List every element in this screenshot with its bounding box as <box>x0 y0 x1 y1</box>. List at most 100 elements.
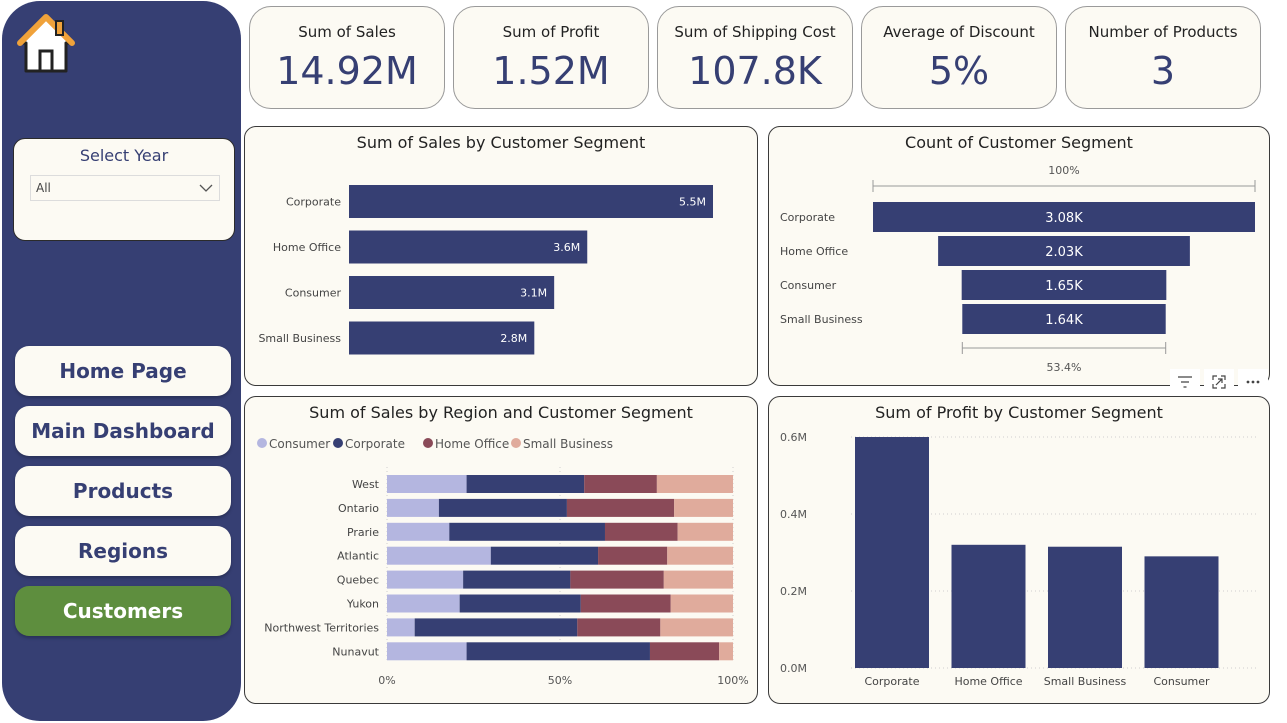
kpi-card-shipping-cost: Sum of Shipping Cost 107.8K <box>657 6 853 109</box>
data-label: 2.03K <box>1045 245 1083 260</box>
kpi-card-discount: Average of Discount 5% <box>861 6 1057 109</box>
kpi-value: 3 <box>1150 49 1176 93</box>
category-label: Consumer <box>1153 675 1210 688</box>
more-options-icon[interactable] <box>1238 369 1268 395</box>
stacked-bar-segment <box>670 594 733 613</box>
stacked-bar-segment <box>387 618 415 637</box>
home-icon[interactable] <box>16 13 76 75</box>
legend-marker <box>511 438 521 448</box>
y-tick-label: 0.4M <box>780 508 807 521</box>
stacked-bar-segment <box>674 498 733 517</box>
category-label: Small Business <box>1044 675 1127 688</box>
kpi-card-sales: Sum of Sales 14.92M <box>249 6 445 109</box>
stacked-bar-segment <box>490 546 599 565</box>
legend-marker <box>333 438 343 448</box>
sales-by-segment-card: Sum of Sales by Customer Segment Corpora… <box>244 126 758 386</box>
stacked-bar-segment <box>414 618 578 637</box>
category-label: Consumer <box>780 279 837 292</box>
stacked-bar-segment <box>660 618 733 637</box>
bar <box>1144 556 1219 668</box>
y-tick-label: 0.6M <box>780 431 807 444</box>
stacked-bar-segment <box>604 522 678 541</box>
nav-products-button[interactable]: Products <box>15 466 231 516</box>
category-label: Corporate <box>865 675 920 688</box>
x-tick-label: 100% <box>717 674 748 687</box>
bar <box>951 544 1026 668</box>
legend-label: Consumer <box>269 437 330 451</box>
stacked-bar-segment <box>649 642 720 661</box>
legend-marker <box>257 438 267 448</box>
kpi-card-profit: Sum of Profit 1.52M <box>453 6 649 109</box>
data-label: 3.08K <box>1045 211 1083 226</box>
sales-by-segment-chart[interactable]: Corporate 5.5M Home Office 3.6M Consumer 3.1M… <box>245 127 757 385</box>
bar <box>349 185 713 218</box>
stacked-bar-segment <box>438 498 567 517</box>
category-label: Small Business <box>780 313 863 326</box>
x-tick-label: 50% <box>548 674 572 687</box>
nav-main-dashboard-button[interactable]: Main Dashboard <box>15 406 231 456</box>
stacked-bar-segment <box>580 594 671 613</box>
year-filter-title: Select Year <box>79 146 169 165</box>
stacked-bar-segment <box>387 594 460 613</box>
stacked-bar-segment <box>463 570 571 589</box>
legend-label: Small Business <box>523 437 613 451</box>
legend-label: Home Office <box>435 437 509 451</box>
chevron-down-icon <box>199 184 213 192</box>
legend-label: Corporate <box>345 437 405 451</box>
visual-toolbar <box>1170 369 1268 395</box>
category-label: Quebec <box>337 574 379 587</box>
category-label: Yukon <box>346 598 379 611</box>
stacked-bar-segment <box>566 498 675 517</box>
stacked-bar-segment <box>570 570 664 589</box>
stacked-bar-segment <box>667 546 733 565</box>
category-label: Home Office <box>780 245 848 258</box>
stacked-bar-segment <box>387 546 491 565</box>
funnel-top-percent: 100% <box>1048 164 1079 177</box>
nav-home-page-button[interactable]: Home Page <box>15 346 231 396</box>
stacked-bar-segment <box>387 570 464 589</box>
filter-icon[interactable] <box>1170 369 1200 395</box>
customer-segment-funnel-chart[interactable]: 100% Corporate 3.08K Home Office 2.03K Consum… <box>769 127 1269 385</box>
category-label: Atlantic <box>337 550 379 563</box>
x-tick-label: 0% <box>378 674 395 687</box>
kpi-label: Sum of Sales <box>298 23 396 41</box>
stacked-bar-segment <box>387 642 467 661</box>
data-label: 1.65K <box>1045 279 1083 294</box>
stacked-bar-segment <box>387 522 450 541</box>
category-label: Home Office <box>273 241 341 254</box>
year-select-value: All <box>36 181 51 195</box>
kpi-value: 5% <box>928 49 990 93</box>
focus-mode-icon[interactable] <box>1204 369 1234 395</box>
nav-customers-button[interactable]: Customers <box>15 586 231 636</box>
category-label: Home Office <box>954 675 1022 688</box>
stacked-bar-segment <box>719 642 733 661</box>
data-label: 3.1M <box>520 287 547 300</box>
year-select[interactable]: All <box>30 175 220 201</box>
legend-marker <box>423 438 433 448</box>
nav-regions-button[interactable]: Regions <box>15 526 231 576</box>
stacked-bar-segment <box>466 475 585 493</box>
bar <box>349 230 588 264</box>
category-label: Small Business <box>258 332 341 345</box>
stacked-bar-segment <box>387 475 467 493</box>
stacked-bar-segment <box>577 618 661 637</box>
data-label: 1.64K <box>1045 313 1083 328</box>
kpi-value: 1.52M <box>492 49 610 93</box>
stacked-bar-segment <box>598 546 668 565</box>
profit-by-segment-chart[interactable]: 0.0M 0.2M 0.4M 0.6M Corporate Home Office Smal… <box>769 397 1269 703</box>
year-filter-card: Select Year All <box>13 138 235 241</box>
stacked-bar-segment <box>387 498 439 517</box>
bar <box>855 437 929 668</box>
kpi-label: Sum of Shipping Cost <box>674 23 836 41</box>
stacked-bar-segment <box>449 522 605 541</box>
category-label: Prarie <box>347 526 379 539</box>
sales-by-region-segment-chart[interactable]: Consumer Corporate Home Office Small Busine… <box>245 397 757 703</box>
category-label: Nunavut <box>332 645 379 658</box>
profit-by-segment-card: Sum of Profit by Customer Segment 0.0M 0.… <box>768 396 1270 704</box>
category-label: Corporate <box>286 196 341 209</box>
stacked-bar-segment <box>459 594 581 613</box>
sidebar: Select Year All Home Page Main Dashboard… <box>2 1 241 721</box>
data-label: 5.5M <box>679 196 706 209</box>
category-label: West <box>352 478 380 491</box>
customer-segment-funnel-card: Count of Customer Segment 100% Corporate 3… <box>768 126 1270 386</box>
